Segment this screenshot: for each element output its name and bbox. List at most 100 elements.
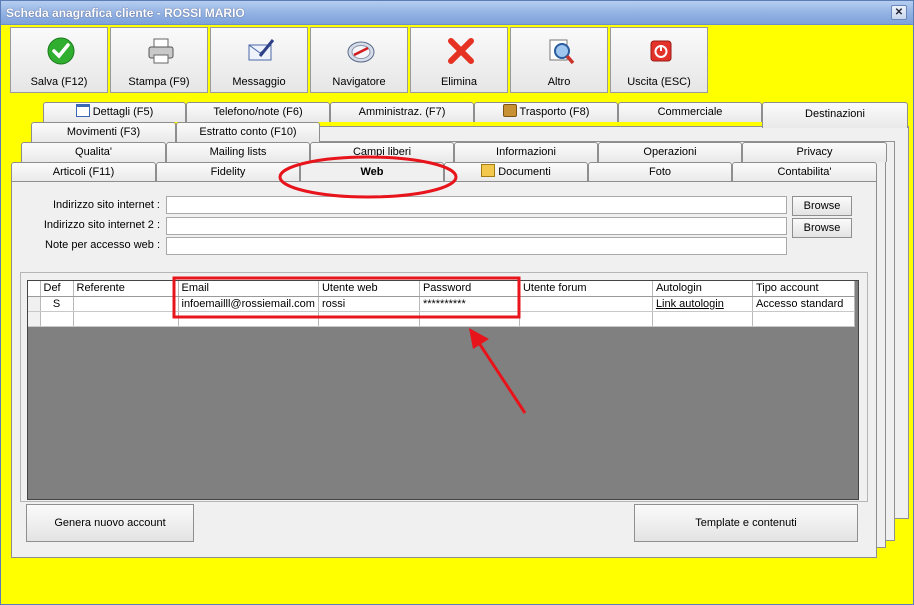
cell-autologin[interactable] [652,311,753,327]
col-utente-forum[interactable]: Utente forum [519,281,653,297]
tab-amministraz[interactable]: Amministraz. (F7) [330,102,474,122]
tab-label: Web [360,166,384,178]
browse-site2-button[interactable]: Browse [792,218,852,238]
accounts-grid-frame: Def Referente Email Utente web Password … [20,272,868,502]
magnifier-icon [549,39,575,65]
tab-web[interactable]: Web [300,162,444,183]
tab-label: Foto [648,166,671,178]
site2-label: Indirizzo sito internet 2 : [43,219,160,231]
print-label: Stampa (F9) [128,76,190,88]
tab-articoli[interactable]: Articoli (F11) [11,162,156,182]
tab-documenti[interactable]: Documenti [444,162,588,182]
other-button[interactable]: Altro [510,27,608,93]
tab-label: Mailing lists [209,146,267,158]
col-autologin[interactable]: Autologin [652,281,753,297]
col-password[interactable]: Password [419,281,520,297]
message-button[interactable]: Messaggio [210,27,308,93]
tab-informazioni[interactable]: Informazioni [454,142,598,162]
navigator-button[interactable]: Navigatore [310,27,408,93]
tab-mailing-lists[interactable]: Mailing lists [166,142,310,162]
tab-label: Contabilita' [777,166,832,178]
accounts-table: Def Referente Email Utente web Password … [28,281,855,327]
calendar-icon [75,104,90,117]
site-input[interactable] [166,196,787,214]
grid-header-row: Def Referente Email Utente web Password … [28,281,855,297]
save-label: Salva (F12) [30,76,88,88]
col-referente[interactable]: Referente [73,281,179,297]
envelope-pen-icon [248,39,275,61]
tab-qualita[interactable]: Qualita' [21,142,166,162]
tab-fidelity[interactable]: Fidelity [156,162,300,182]
save-button[interactable]: Salva (F12) [10,27,108,93]
print-button[interactable]: Stampa (F9) [110,27,208,93]
navigator-label: Navigatore [332,76,386,88]
other-label: Altro [547,76,571,88]
cell-utente-web[interactable] [318,311,420,327]
tab-campi-liberi[interactable]: Campi liberi [310,142,454,162]
notes-input[interactable] [166,237,787,255]
tab-movimenti[interactable]: Movimenti (F3) [31,122,176,142]
tab-label: Privacy [796,146,833,158]
tab-trasporto[interactable]: Trasporto (F8) [474,102,618,122]
tab-label: Operazioni [643,146,697,158]
cell-referente[interactable] [73,311,179,327]
tab-label: Amministraz. (F7) [358,106,446,118]
folder-icon [481,164,496,177]
power-icon [650,40,672,62]
delete-button[interactable]: Elimina [410,27,508,93]
tab-commerciale[interactable]: Commerciale [618,102,762,122]
close-icon[interactable]: ✕ [891,5,907,20]
cell-email[interactable]: infoemailll@rossiemail.com [178,296,319,312]
site2-input[interactable] [166,217,787,235]
tab-telefono-note[interactable]: Telefono/note (F6) [186,102,330,122]
cell-utente-forum[interactable] [519,311,653,327]
table-row[interactable]: S infoemailll@rossiemail.com rossi *****… [28,296,855,312]
cell-referente[interactable] [73,296,179,312]
accounts-grid[interactable]: Def Referente Email Utente web Password … [27,280,859,500]
tab-label: Commerciale [657,106,723,118]
col-email[interactable]: Email [178,281,319,297]
tab-foto[interactable]: Foto [588,162,732,182]
web-panel: Indirizzo sito internet : Browse Indiriz… [11,181,877,558]
tab-destinazioni[interactable]: Destinazioni [762,102,908,128]
cell-def[interactable] [40,311,74,327]
cell-password[interactable]: ********** [419,296,520,312]
tab-privacy[interactable]: Privacy [742,142,887,162]
browse-site-button[interactable]: Browse [792,196,852,216]
window-title: Scheda anagrafica cliente - ROSSI MARIO [6,6,245,20]
templates-button[interactable]: Template e contenuti [634,504,858,542]
tab-label: Qualita' [75,146,112,158]
notes-label: Note per accesso web : [45,239,160,251]
table-row[interactable] [28,311,855,327]
tab-label: Dettagli (F5) [92,106,154,118]
cell-password[interactable] [419,311,520,327]
cell-utente-web[interactable]: rossi [318,296,420,312]
cell-email[interactable] [178,311,319,327]
col-utente-web[interactable]: Utente web [318,281,420,297]
cell-utente-forum[interactable] [519,296,653,312]
cell-tipo-account[interactable] [752,311,855,327]
exit-button[interactable]: Uscita (ESC) [610,27,708,93]
tab-label: Campi liberi [352,146,412,158]
title-bar: Scheda anagrafica cliente - ROSSI MARIO … [1,1,913,25]
tab-label: Movimenti (F3) [66,126,141,138]
tab-dettagli[interactable]: Dettagli (F5) [43,102,186,122]
compass-icon [347,41,375,63]
tab-label: Documenti [498,166,551,178]
cell-def[interactable]: S [40,296,74,312]
message-label: Messaggio [232,76,286,88]
truck-icon [502,104,517,117]
cell-tipo-account[interactable]: Accesso standard [752,296,855,312]
autologin-link[interactable]: Link autologin [652,296,753,312]
site-label: Indirizzo sito internet : [53,199,160,211]
tab-estratto-conto[interactable]: Estratto conto (F10) [176,122,320,142]
tab-label: Destinazioni [805,108,865,120]
delete-x-icon [448,38,474,64]
generate-account-button[interactable]: Genera nuovo account [26,504,194,542]
tab-label: Informazioni [496,146,556,158]
printer-icon [148,38,174,64]
col-tipo-account[interactable]: Tipo account [752,281,855,297]
tab-contabilita[interactable]: Contabilita' [732,162,877,182]
tab-operazioni[interactable]: Operazioni [598,142,742,162]
col-def[interactable]: Def [40,281,74,297]
